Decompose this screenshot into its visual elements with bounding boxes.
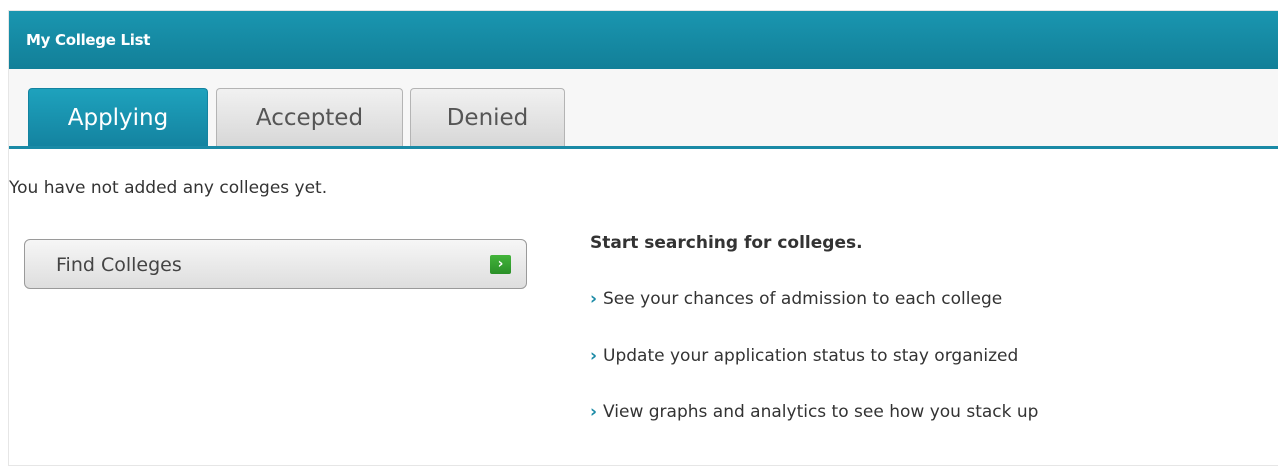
list-item: › Update your application status to stay …	[590, 346, 1018, 366]
list-item-text: See your chances of admission to each co…	[603, 289, 1003, 309]
tab-denied[interactable]: Denied	[410, 88, 565, 146]
bullet-chevron-icon: ›	[590, 289, 598, 309]
bullet-chevron-icon: ›	[590, 346, 598, 366]
tab-applying[interactable]: Applying	[28, 88, 208, 146]
list-item: › View graphs and analytics to see how yo…	[590, 402, 1038, 422]
tab-accepted[interactable]: Accepted	[216, 88, 403, 146]
college-list-panel: My College List Applying Accepted Denied…	[8, 10, 1278, 466]
panel-title: My College List	[26, 31, 151, 49]
arrow-right-icon: ›	[490, 255, 511, 274]
panel-header: My College List	[9, 11, 1278, 69]
search-tips-heading: Start searching for colleges.	[590, 233, 863, 253]
list-item: › See your chances of admission to each c…	[590, 289, 1002, 309]
bullet-chevron-icon: ›	[590, 402, 598, 422]
list-item-text: View graphs and analytics to see how you…	[603, 402, 1039, 422]
list-item-text: Update your application status to stay o…	[603, 346, 1019, 366]
find-colleges-button[interactable]: Find Colleges ›	[24, 239, 527, 289]
find-colleges-label: Find Colleges	[56, 254, 182, 276]
tab-bar: Applying Accepted Denied	[9, 69, 1278, 149]
empty-state-message: You have not added any colleges yet.	[9, 178, 328, 198]
